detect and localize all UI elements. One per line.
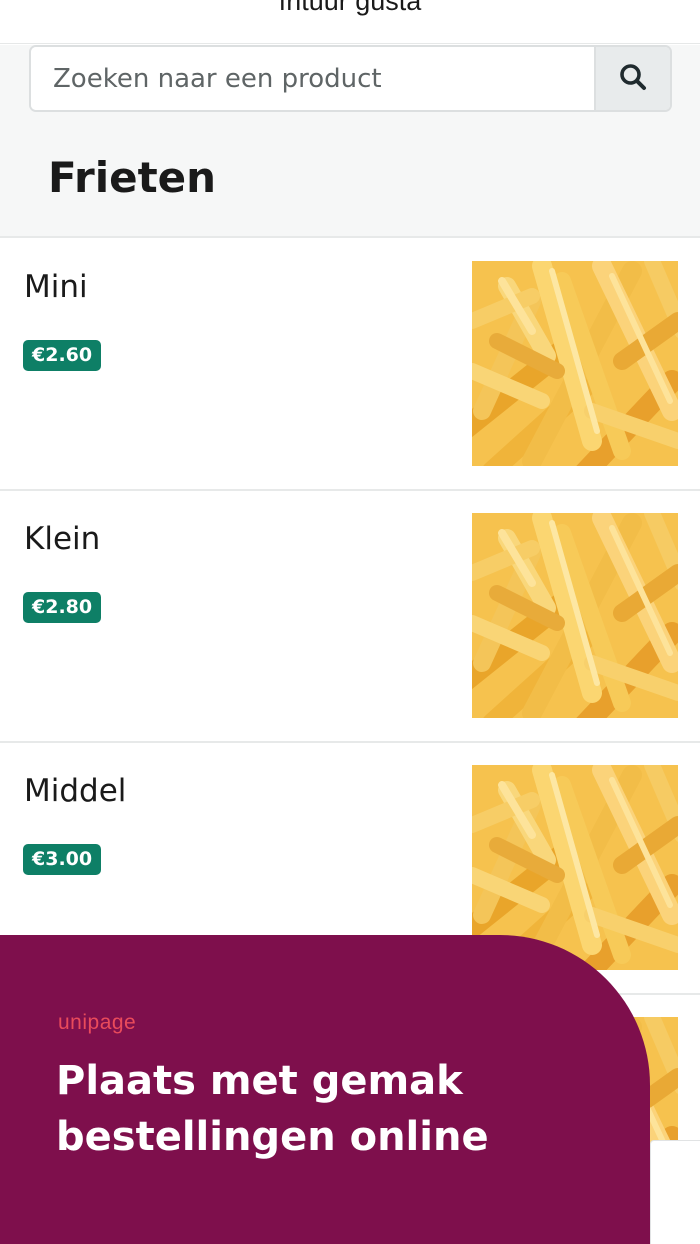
search-button[interactable]: [594, 47, 670, 110]
product-name: Klein: [24, 521, 101, 557]
price-badge: €2.60: [23, 340, 102, 371]
promo-banner[interactable]: unipage Plaats met gemak bestellingen on…: [0, 935, 650, 1244]
category-title: Frieten: [48, 153, 217, 202]
product-name: Mini: [24, 269, 88, 305]
top-bar: frituur gusta: [0, 0, 700, 44]
store-title: frituur gusta: [278, 0, 422, 16]
price-badge: €2.80: [23, 592, 102, 623]
fries-image: [472, 261, 678, 466]
product-card[interactable]: Klein €2.80: [0, 491, 700, 743]
fries-image: [472, 513, 678, 718]
product-card[interactable]: Mini €2.60: [0, 239, 700, 491]
category-header: Frieten: [0, 45, 700, 238]
price-badge: €3.00: [23, 844, 102, 875]
side-panel-edge: [650, 1140, 700, 1244]
search-bar: [29, 45, 672, 112]
search-input[interactable]: [31, 47, 596, 110]
promo-headline: Plaats met gemak bestellingen online: [56, 1058, 489, 1160]
brand-logo: unipage: [58, 1011, 137, 1034]
search-icon: [618, 62, 648, 96]
product-name: Middel: [24, 773, 127, 809]
